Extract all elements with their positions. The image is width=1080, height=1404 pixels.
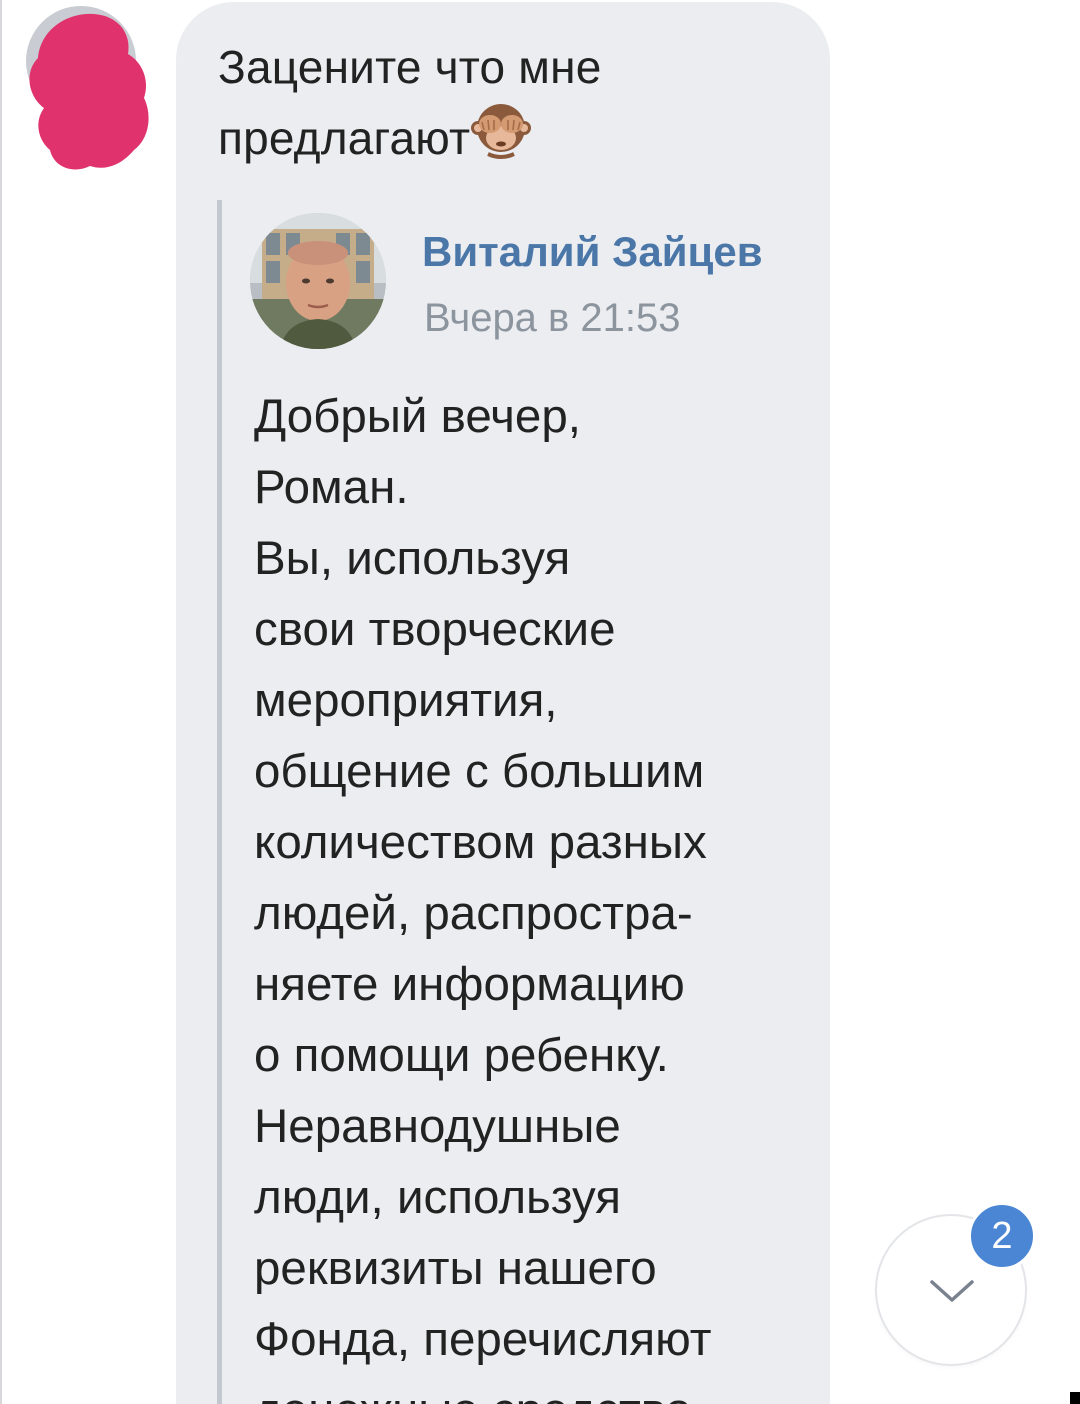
quoted-message-line: денежные средства [254,1375,814,1404]
see-no-evil-monkey-icon [471,104,532,159]
quoted-message-line: количеством разных [254,816,707,869]
quoted-message-line: о помощи ребенку. [254,1029,669,1082]
chevron-down-icon [930,1280,974,1302]
message-body: Зацените что мне предлагают [218,41,602,164]
quoted-message-line: свои творческие [254,603,616,656]
quoted-message-line: Неравнодушные [254,1100,621,1153]
quoted-message-line: Вы, используя [254,532,571,585]
quoted-message-line: общение с большим [254,745,705,798]
quoted-message-line: Добрый вечер, [254,390,581,443]
quoted-message-line: Фонда, перечисляют [254,1313,712,1366]
redaction-overlay [29,13,149,170]
quoted-message-line: мероприятия, [254,674,558,727]
corner-mark [1070,1392,1080,1404]
quoted-message-line: людей, распростра- [254,887,693,940]
quoted-message-time: Вчера в 21:53 [424,296,681,340]
quoted-author-name[interactable]: Виталий Зайцев [422,226,763,278]
quoted-message-text: Добрый вечер, Роман. Вы, используя свои тво… [254,381,814,1404]
quoted-message-line: реквизиты нашего [254,1242,657,1295]
quoted-message-line: няете информацию [254,958,685,1011]
quote-bar [217,200,222,1404]
message-text: Зацените что мне предлагают [218,36,738,169]
quoted-author-avatar[interactable] [250,213,386,349]
quoted-message-line: люди, используя [254,1171,621,1224]
unread-count-badge: 2 [968,1202,1036,1270]
quoted-message-line: Роман. [254,461,409,514]
chat-screen: Зацените что мне предлагают Виталий Зайц… [0,0,1080,1404]
screen-edge-divider [0,0,2,1404]
